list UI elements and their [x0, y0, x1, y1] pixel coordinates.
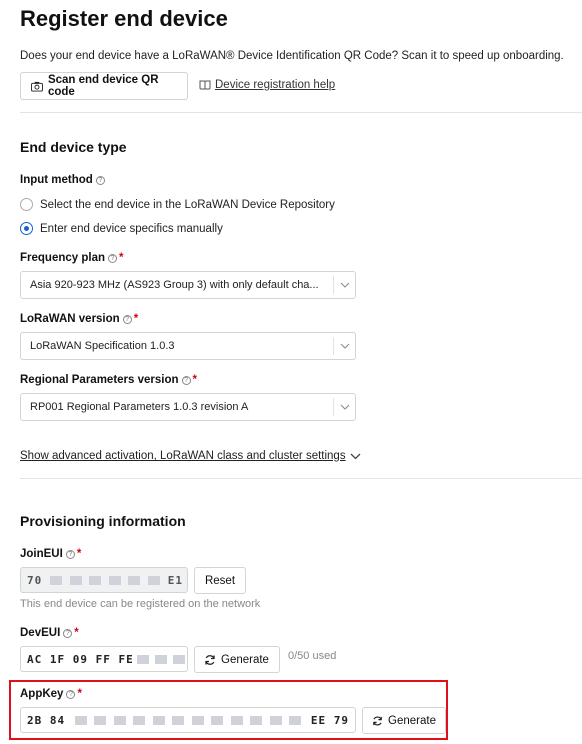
qr-description: Does your end device have a LoRaWAN® Dev…	[20, 50, 564, 62]
help-link-label: Device registration help	[215, 79, 336, 91]
deveui-label: DevEUI ? *	[20, 627, 79, 639]
lorawan-version-label: LoRaWAN version ? *	[20, 313, 138, 325]
frequency-plan-select[interactable]: Asia 920-923 MHz (AS923 Group 3) with on…	[20, 271, 356, 299]
regional-params-text: Regional Parameters version	[20, 374, 179, 386]
divider	[20, 112, 582, 113]
scan-qr-label: Scan end device QR code	[47, 74, 159, 98]
radio-manual[interactable]: Enter end device specifics manually	[20, 222, 223, 235]
refresh-icon	[205, 654, 215, 665]
advanced-settings-toggle[interactable]: Show advanced activation, LoRaWAN class …	[20, 450, 365, 462]
required-marker: *	[133, 313, 139, 325]
appkey-highlight-box	[9, 680, 448, 740]
help-icon[interactable]: ?	[108, 253, 117, 263]
regional-params-value: RP001 Regional Parameters 1.0.3 revision…	[30, 401, 249, 413]
deveui-prefix: AC 1F 09 FF FE	[27, 652, 134, 666]
input-method-label: Input method ?	[20, 174, 105, 186]
required-marker: *	[192, 374, 197, 386]
lorawan-version-select[interactable]: LoRaWAN Specification 1.0.3	[20, 332, 356, 360]
deveui-field[interactable]: AC 1F 09 FF FE	[20, 646, 188, 672]
joineui-field: 70 E1	[20, 567, 188, 593]
deveui-usage-counter: 0/50 used	[288, 650, 337, 662]
help-icon[interactable]: ?	[95, 175, 105, 185]
device-registration-help-link[interactable]: Device registration help	[199, 79, 335, 91]
regional-params-label: Regional Parameters version ? *	[20, 374, 197, 386]
help-icon[interactable]: ?	[181, 375, 191, 385]
joineui-suffix: E1	[167, 573, 183, 587]
input-method-text: Input method	[20, 174, 93, 186]
reset-label: Reset	[204, 574, 236, 587]
redacted-value	[134, 653, 187, 666]
radio-dot[interactable]	[20, 198, 33, 211]
reset-button[interactable]: Reset	[194, 567, 246, 594]
help-icon[interactable]: ?	[63, 628, 73, 638]
camera-icon	[31, 81, 43, 92]
frequency-plan-text: Frequency plan	[20, 252, 105, 264]
scan-qr-button[interactable]: Scan end device QR code	[20, 72, 188, 100]
radio-dot-checked[interactable]	[20, 222, 33, 235]
help-icon[interactable]: ?	[65, 549, 75, 559]
deveui-text: DevEUI	[20, 627, 61, 639]
required-marker: *	[119, 252, 124, 264]
required-marker: *	[76, 548, 82, 560]
joineui-label: JoinEUI ? *	[20, 548, 81, 560]
section-provisioning: Provisioning information	[20, 513, 186, 529]
book-icon	[199, 80, 211, 90]
required-marker: *	[74, 627, 79, 639]
divider	[20, 478, 582, 479]
frequency-plan-label: Frequency plan ? *	[20, 252, 123, 264]
section-end-device-type: End device type	[20, 139, 127, 155]
advanced-settings-label: Show advanced activation, LoRaWAN class …	[20, 450, 346, 462]
lorawan-version-value: LoRaWAN Specification 1.0.3	[30, 340, 175, 352]
radio-label: Enter end device specifics manually	[40, 222, 223, 235]
lorawan-version-text: LoRaWAN version	[20, 313, 120, 325]
regional-params-select[interactable]: RP001 Regional Parameters 1.0.3 revision…	[20, 393, 356, 421]
generate-label: Generate	[221, 653, 269, 666]
radio-device-repository[interactable]: Select the end device in the LoRaWAN Dev…	[20, 198, 335, 211]
page-title: Register end device	[20, 6, 228, 31]
chevron-down-icon	[333, 276, 355, 294]
joineui-text: JoinEUI	[20, 548, 63, 560]
radio-label: Select the end device in the LoRaWAN Dev…	[40, 198, 335, 211]
help-icon[interactable]: ?	[122, 314, 132, 324]
chevron-down-icon	[333, 337, 355, 355]
redacted-value	[42, 575, 168, 585]
frequency-plan-value: Asia 920-923 MHz (AS923 Group 3) with on…	[30, 279, 319, 291]
chevron-down-icon	[350, 453, 361, 459]
chevron-down-icon	[333, 398, 355, 416]
joineui-hint: This end device can be registered on the…	[20, 598, 261, 610]
joineui-prefix: 70	[27, 573, 43, 587]
generate-deveui-button[interactable]: Generate	[194, 646, 280, 673]
